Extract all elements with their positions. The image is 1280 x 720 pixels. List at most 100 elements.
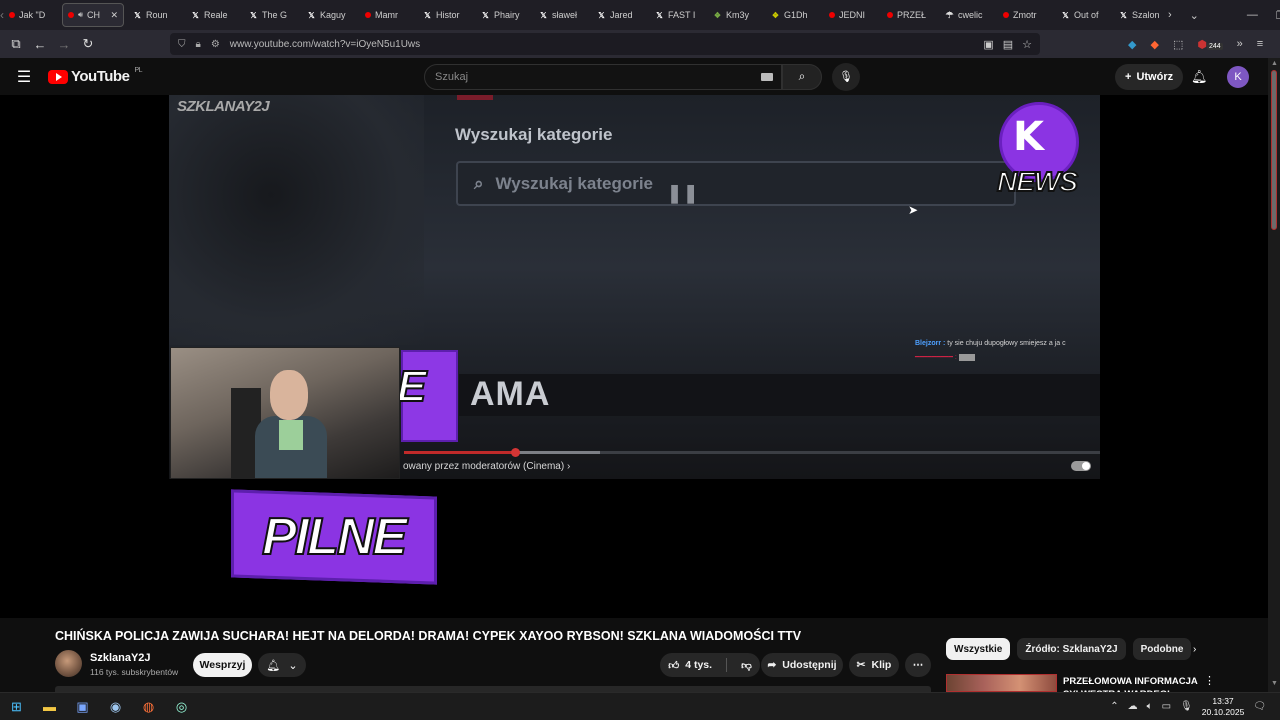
browser-tab-label: sławeł <box>552 10 578 20</box>
tray-expand-icon[interactable]: ⌃ <box>1110 701 1118 712</box>
thumbs-down-icon[interactable]: 👎︎ <box>741 659 752 672</box>
video-info-section: CHIŃSKA POLICJA ZAWIJA SUCHARA! HEJT NA … <box>0 618 1268 692</box>
purple-banner-letter: E <box>396 361 427 412</box>
ublock-icon[interactable]: ⬢ 244 <box>1197 38 1223 51</box>
km-favicon-icon: ❖ <box>713 10 722 20</box>
scroll-down-icon[interactable]: ▼ <box>1271 680 1278 687</box>
browser-tab[interactable]: PRZEŁ <box>882 3 936 27</box>
monitor-app-icon[interactable]: ▣ <box>66 699 99 715</box>
firefox-icon[interactable]: ◍ <box>132 699 165 715</box>
menu-hamburger-icon[interactable]: ≡ <box>1257 38 1263 50</box>
browser-tab-strip: ‹ Jak "D 🔊︎ CH ✕ 𝕏 Roun 𝕏 Reale 𝕏 The G 𝕏 Kaguy Mamr… <box>0 0 1280 30</box>
browser-tab[interactable]: 𝕏 Histor <box>418 3 472 27</box>
back-icon[interactable]: ← <box>28 37 52 52</box>
browser-toolbar: ⧉ ← → ↻ ⛉ 🔒︎ ⚙ www.youtube.com/watch?v=i… <box>0 30 1280 58</box>
keyboard-icon[interactable] <box>761 72 773 81</box>
browser-tab[interactable]: 𝕏 Phairy <box>476 3 530 27</box>
cloud-icon[interactable]: ☁ <box>1128 701 1138 712</box>
reload-icon[interactable]: ↻ <box>76 36 100 52</box>
network-icon[interactable]: ▭ <box>1162 701 1171 712</box>
address-bar[interactable]: ⛉ 🔒︎ ⚙ www.youtube.com/watch?v=iOyeN5u1U… <box>170 33 1040 55</box>
browser-tab[interactable]: Zmotr <box>998 3 1052 27</box>
windows-start-icon[interactable]: ⊞ <box>0 699 33 715</box>
video-player[interactable]: SZKLANAY2J Wyszukaj kategorie ⌕ Wyszukaj… <box>0 95 1268 618</box>
overflow-chevron-icon[interactable]: » <box>1237 38 1243 50</box>
browser-tab-label: PRZEŁ <box>897 10 927 20</box>
chip-related[interactable]: Podobne <box>1132 638 1192 660</box>
recommendation-menu-icon[interactable]: ⋮ <box>1204 674 1215 687</box>
like-button[interactable]: 👍︎ 4 tys. <box>668 659 712 672</box>
clip-button[interactable]: ✂ Klip <box>849 653 899 677</box>
search-icon[interactable]: ⌕ <box>782 63 822 90</box>
browser-tab[interactable]: 𝕏 Roun <box>128 3 182 27</box>
notifications-bell-icon[interactable]: 🔔︎ <box>1191 69 1208 85</box>
chips-next-icon[interactable]: › <box>1193 644 1196 655</box>
browser-tab[interactable]: 𝕏 The G <box>244 3 298 27</box>
sidebar-toggle-icon[interactable]: ⧉ <box>4 36 28 52</box>
lock-icon[interactable]: 🔒︎ <box>196 39 201 50</box>
browser-tab[interactable]: JEDNI <box>824 3 878 27</box>
page-scrollbar[interactable]: ▲ ▼ <box>1268 58 1280 692</box>
news-logo: K NEWS <box>995 102 1083 206</box>
browser-tab-label: FAST I <box>668 10 696 20</box>
video-frame[interactable]: SZKLANAY2J Wyszukaj kategorie ⌕ Wyszukaj… <box>169 95 1100 479</box>
tracking-shield-icon[interactable]: ⛉ <box>178 39 186 50</box>
notification-settings-button[interactable]: 🔔︎ ⌄ <box>258 653 306 677</box>
permissions-icon[interactable]: ⚙ <box>211 39 220 50</box>
youtube-favicon-icon <box>829 12 835 18</box>
browser-tab[interactable]: 🔊︎ CH ✕ <box>62 3 124 27</box>
chip-from-channel[interactable]: Źródło: SzklanaY2J <box>1017 638 1126 660</box>
guide-menu-icon[interactable]: ☰ <box>0 67 48 87</box>
browser-tab[interactable]: 𝕏sławeł <box>534 3 588 27</box>
browser-tab[interactable]: Jak "D <box>4 3 58 27</box>
bookmark-star-icon[interactable]: ☆ <box>1022 38 1032 51</box>
vpn-extension-icon[interactable]: ◆ <box>1128 38 1136 51</box>
channel-avatar[interactable] <box>55 650 82 677</box>
youtube-logo[interactable]: YouTube PL <box>48 67 142 85</box>
browser-tab[interactable]: ☂ cwelic <box>940 3 994 27</box>
channel-name[interactable]: SzklanaY2J <box>90 652 151 664</box>
progress-played <box>404 451 517 454</box>
browser-tab[interactable]: 𝕏 Reale <box>186 3 240 27</box>
scrollbar-thumb[interactable] <box>1271 70 1277 230</box>
browser-tab[interactable]: ❖ Km3y <box>708 3 762 27</box>
file-explorer-icon[interactable]: ▬ <box>33 699 66 714</box>
tab-scroll-right-icon[interactable]: › <box>1168 9 1172 21</box>
browser-tab[interactable]: ❖ G1Dh <box>766 3 820 27</box>
create-button[interactable]: + Utwórz <box>1115 63 1184 90</box>
tab-close-icon[interactable]: ✕ <box>110 10 118 21</box>
reader-view-icon[interactable]: ▤ <box>1003 38 1013 51</box>
url-text[interactable]: www.youtube.com/watch?v=iOyeN5u1Uws <box>230 39 420 50</box>
extensions-puzzle-icon[interactable]: ⬚ <box>1173 38 1183 51</box>
news-logo-text: NEWS <box>996 165 1079 198</box>
browser-tab[interactable]: 𝕏 Out of <box>1056 3 1110 27</box>
steam-icon[interactable]: ◉ <box>99 699 132 715</box>
notification-center-icon[interactable]: 🗨︎ <box>1253 701 1266 712</box>
browser-tab[interactable]: Mamr <box>360 3 414 27</box>
forward-icon[interactable]: → <box>52 37 76 52</box>
more-actions-icon[interactable]: ⋯ <box>905 653 931 677</box>
recommendation-thumbnail[interactable] <box>946 674 1057 692</box>
app-globe-icon[interactable]: ◎ <box>165 699 198 715</box>
extension-fox-icon[interactable]: ◆ <box>1150 38 1158 51</box>
volume-icon[interactable]: 🔈︎ <box>1147 701 1153 712</box>
browser-tab[interactable]: 𝕏 Szalon <box>1114 3 1168 27</box>
tab-list-chevron-icon[interactable]: ⌄ <box>1190 9 1199 22</box>
browser-tab[interactable]: 𝕏 Kaguy <box>302 3 356 27</box>
taskbar-clock[interactable]: 13:37 20.10.2025 <box>1202 696 1245 718</box>
support-button[interactable]: Wesprzyj <box>193 653 252 677</box>
minimize-window-icon[interactable]: — <box>1247 9 1258 21</box>
browser-tab[interactable]: 𝕏 Jared <box>592 3 646 27</box>
search-input[interactable]: Szukaj <box>424 63 782 90</box>
restore-window-icon[interactable]: ❐ <box>1276 9 1280 22</box>
scroll-up-icon[interactable]: ▲ <box>1271 60 1278 67</box>
browser-tab[interactable]: 𝕏 FAST I <box>650 3 704 27</box>
recommendation-title[interactable]: PRZEŁOMOWA INFORMACJA SYLWESTRA WARDEGI <box>1063 675 1198 692</box>
share-button[interactable]: ➦ Udostępnij <box>761 653 843 677</box>
mic-tray-icon[interactable]: 🎙︎ <box>1180 701 1193 712</box>
chip-all[interactable]: Wszystkie <box>946 638 1011 660</box>
picture-in-picture-icon[interactable]: ▣ <box>983 38 993 51</box>
tab-audio-icon[interactable]: 🔊︎ <box>78 10 83 20</box>
account-avatar[interactable]: K <box>1227 65 1249 88</box>
voice-search-icon[interactable]: 🎙︎ <box>832 62 860 91</box>
